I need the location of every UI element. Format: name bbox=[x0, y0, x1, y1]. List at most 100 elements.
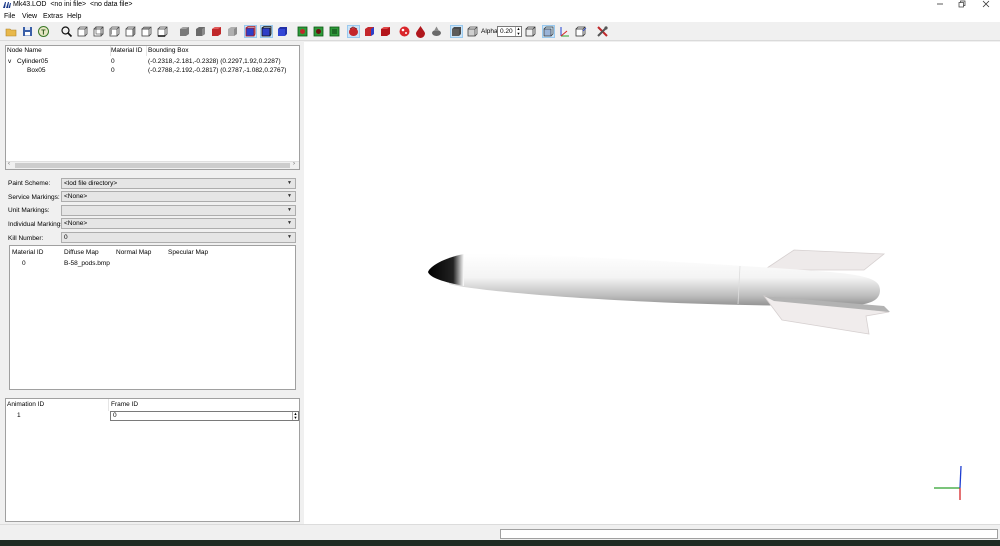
green-box-button[interactable] bbox=[328, 25, 341, 38]
texture-button[interactable]: T bbox=[37, 25, 50, 38]
paint-scheme-value: <lod file directory> bbox=[64, 180, 118, 187]
scrollbar-thumb[interactable] bbox=[15, 163, 290, 168]
bounding-box-button[interactable] bbox=[524, 25, 537, 38]
model-render[interactable] bbox=[304, 42, 1000, 524]
column-header-diffuse-map[interactable]: Diffuse Map bbox=[64, 249, 99, 256]
expand-arrow-icon[interactable]: v bbox=[8, 58, 11, 65]
individual-markings-dropdown[interactable]: <None> ▼ bbox=[61, 218, 296, 229]
animation-id-cell: 1 bbox=[17, 412, 21, 419]
column-header-material-id[interactable]: Material ID bbox=[111, 47, 142, 54]
texture-icon: T bbox=[38, 26, 49, 37]
column-header-bounding-box[interactable]: Bounding Box bbox=[148, 47, 188, 54]
light-button[interactable] bbox=[398, 25, 411, 38]
shade-smooth-button[interactable] bbox=[194, 25, 207, 38]
frame-id-spinbox[interactable]: 0 ▲ ▼ bbox=[110, 411, 299, 421]
view-front-button[interactable] bbox=[76, 25, 89, 38]
unit-markings-dropdown[interactable]: ▼ bbox=[61, 205, 296, 216]
zoom-icon bbox=[61, 26, 73, 38]
node-material-id: 0 bbox=[111, 67, 115, 74]
red-sphere-button[interactable] bbox=[347, 25, 360, 38]
close-icon bbox=[982, 0, 990, 8]
alpha-wire-button[interactable] bbox=[466, 25, 479, 38]
toolbar: T Alpha: 0.20 ▲ ▼ bbox=[0, 22, 1000, 41]
scroll-right-icon[interactable]: › bbox=[293, 161, 295, 167]
axes-indicator bbox=[934, 465, 962, 500]
menu-extras[interactable]: Extras bbox=[43, 13, 63, 20]
normals-button[interactable] bbox=[574, 25, 587, 38]
shade-texture-button[interactable] bbox=[226, 25, 239, 38]
node-name: Cylinder05 bbox=[17, 58, 49, 65]
chevron-down-icon: ▼ bbox=[287, 207, 292, 213]
zoom-button[interactable] bbox=[60, 25, 73, 38]
green-cube-red-icon bbox=[297, 26, 308, 37]
solid-cube-red-icon bbox=[212, 27, 221, 36]
wire-blue2-button[interactable] bbox=[260, 25, 273, 38]
column-header-material-id[interactable]: Material ID bbox=[12, 249, 43, 256]
paint-scheme-dropdown[interactable]: <lod file directory> ▼ bbox=[61, 178, 296, 189]
menu-help[interactable]: Help bbox=[67, 13, 81, 20]
frame-id-value: 0 bbox=[113, 412, 117, 419]
material-table[interactable]: Material ID Diffuse Map Normal Map Specu… bbox=[9, 245, 296, 390]
open-button[interactable] bbox=[5, 25, 18, 38]
tools-button[interactable] bbox=[596, 25, 609, 38]
green-cube-dark-icon bbox=[313, 26, 324, 37]
unit-markings-label: Unit Markings: bbox=[8, 207, 50, 214]
minimize-button[interactable] bbox=[928, 0, 952, 11]
column-header-normal-map[interactable]: Normal Map bbox=[116, 249, 151, 256]
restore-button[interactable] bbox=[950, 0, 974, 11]
node-bounding-box: (-0.2318,-2.181,-0.2328) (0.2297,1.92,0.… bbox=[148, 58, 281, 65]
kill-number-label: Kill Number: bbox=[8, 235, 44, 242]
view-top-button[interactable] bbox=[140, 25, 153, 38]
animation-table[interactable]: Animation ID Frame ID 1 0 ▲ ▼ bbox=[5, 398, 300, 522]
header-divider bbox=[108, 399, 109, 411]
red-blue-object-icon bbox=[365, 27, 374, 36]
scroll-left-icon[interactable]: ‹ bbox=[8, 161, 10, 167]
3d-viewport[interactable] bbox=[304, 42, 1000, 524]
minimize-icon bbox=[937, 3, 943, 5]
diffuse-map-cell: B-58_pods.bmp bbox=[64, 260, 110, 267]
close-button[interactable] bbox=[974, 0, 998, 11]
missile-nose bbox=[428, 254, 464, 286]
shade-color-button[interactable] bbox=[210, 25, 223, 38]
red-box-button[interactable] bbox=[379, 25, 392, 38]
alpha-value: 0.20 bbox=[500, 28, 513, 35]
green-red-button[interactable] bbox=[296, 25, 309, 38]
alpha-spinbox[interactable]: 0.20 ▲ ▼ bbox=[497, 26, 522, 37]
material-id-cell: 0 bbox=[22, 260, 26, 267]
save-button[interactable] bbox=[21, 25, 34, 38]
kill-number-dropdown[interactable]: 0 ▼ bbox=[61, 232, 296, 243]
grid-button[interactable] bbox=[542, 25, 555, 38]
menu-view[interactable]: View bbox=[22, 13, 37, 20]
material-button[interactable] bbox=[414, 25, 427, 38]
blue-cube-icon bbox=[245, 26, 256, 37]
view-bottom-button[interactable] bbox=[156, 25, 169, 38]
shade-flat-button[interactable] bbox=[178, 25, 191, 38]
wire-blue3-button[interactable] bbox=[276, 25, 289, 38]
wire-blue-button[interactable] bbox=[244, 25, 257, 38]
solid-cube-dark-icon bbox=[196, 27, 205, 36]
service-markings-dropdown[interactable]: <None> ▼ bbox=[61, 191, 296, 202]
chevron-down-icon: ▼ bbox=[287, 234, 292, 240]
column-header-frame-id[interactable]: Frame ID bbox=[111, 401, 138, 408]
kill-number-value: 0 bbox=[64, 234, 68, 241]
alpha-toggle-button[interactable] bbox=[450, 25, 463, 38]
view-left-button[interactable] bbox=[108, 25, 121, 38]
horizontal-scrollbar[interactable]: ‹ › bbox=[6, 161, 299, 169]
column-header-specular-map[interactable]: Specular Map bbox=[168, 249, 208, 256]
red-light-icon bbox=[399, 26, 410, 37]
menu-bar: File View Extras Help bbox=[0, 11, 1000, 22]
axes-button[interactable] bbox=[558, 25, 571, 38]
animation-button[interactable] bbox=[430, 25, 443, 38]
frame-spinner-arrows[interactable]: ▲ ▼ bbox=[292, 412, 298, 420]
node-tree[interactable]: Node Name Material ID Bounding Box v Cyl… bbox=[5, 45, 300, 170]
solid-cube-light-icon bbox=[228, 27, 237, 36]
menu-file[interactable]: File bbox=[4, 13, 15, 20]
column-header-animation-id[interactable]: Animation ID bbox=[7, 401, 44, 408]
view-right-button[interactable] bbox=[124, 25, 137, 38]
green-dark-button[interactable] bbox=[312, 25, 325, 38]
red-blue-button[interactable] bbox=[363, 25, 376, 38]
view-back-button[interactable] bbox=[92, 25, 105, 38]
alpha-spinner-arrows[interactable]: ▲ ▼ bbox=[515, 26, 521, 36]
column-header-node-name[interactable]: Node Name bbox=[7, 47, 42, 54]
red-object-icon bbox=[349, 26, 358, 36]
